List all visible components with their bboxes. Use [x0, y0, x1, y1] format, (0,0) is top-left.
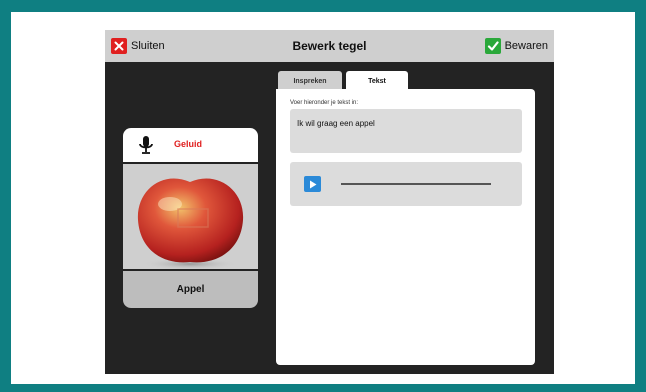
- play-icon: [309, 180, 316, 188]
- save-button-label: Bewaren: [504, 40, 548, 52]
- tab-inspreken[interactable]: Inspreken: [278, 71, 342, 91]
- tile-preview: Geluid Appel: [123, 128, 258, 308]
- audio-player: [290, 162, 522, 206]
- save-button[interactable]: Bewaren: [484, 37, 548, 55]
- top-bar: Sluiten Bewerk tegel Bewaren: [105, 30, 554, 62]
- instruction-label: Voer hieronder je tekst in:: [290, 100, 359, 106]
- edit-tile-screen: Sluiten Bewerk tegel Bewaren Geluid Appe…: [105, 30, 554, 374]
- text-input[interactable]: Ik wil graag een appel: [290, 109, 522, 153]
- tile-image-apple[interactable]: [123, 164, 258, 270]
- tile-name[interactable]: Appel: [123, 271, 258, 308]
- sound-label: Geluid: [174, 139, 203, 149]
- sound-row[interactable]: Geluid: [123, 128, 258, 162]
- text-panel: Voer hieronder je tekst in: Ik wil graag…: [276, 89, 535, 365]
- tab-tekst[interactable]: Tekst: [346, 71, 408, 91]
- audio-progress-bar[interactable]: [341, 183, 491, 185]
- play-button[interactable]: [304, 176, 321, 192]
- check-icon: [484, 38, 501, 54]
- microphone-icon: [137, 135, 155, 160]
